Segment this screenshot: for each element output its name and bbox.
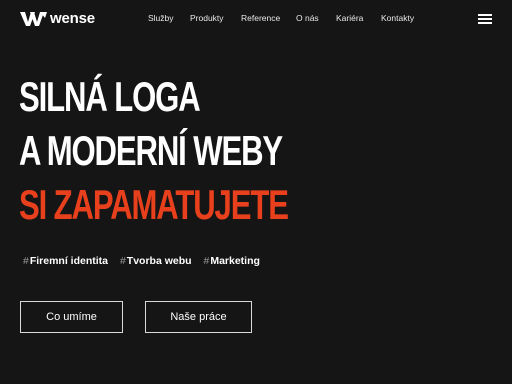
tag-label: Marketing bbox=[210, 255, 260, 267]
tag-label: Firemní identita bbox=[29, 255, 109, 267]
logo-mark-icon bbox=[20, 12, 47, 26]
headline-line-2: A MODERNÍ WEBY bbox=[19, 127, 283, 174]
nav-item-produkty[interactable]: Produkty bbox=[190, 13, 224, 23]
hamburger-bar bbox=[478, 22, 492, 24]
nav-item-kontakty[interactable]: Kontakty bbox=[381, 13, 414, 23]
hash-icon: # bbox=[23, 255, 29, 267]
tag-firemni-identita[interactable]: #Firemní identita bbox=[23, 255, 108, 267]
hash-icon: # bbox=[203, 255, 210, 267]
nase-prace-button[interactable]: Naše práce bbox=[145, 301, 252, 333]
hero-headline: SILNÁ LOGA A MODERNÍ WEBY SI ZAPAMATUJET… bbox=[19, 70, 289, 232]
hamburger-bar bbox=[478, 14, 492, 16]
brand-logo[interactable]: wense bbox=[20, 10, 95, 28]
brand-name: wense bbox=[50, 10, 95, 27]
top-navigation: wense Služby Produkty Reference O nás Ka… bbox=[0, 0, 512, 38]
nav-item-reference[interactable]: Reference bbox=[241, 13, 280, 23]
headline-line-1: SILNÁ LOGA bbox=[19, 73, 201, 120]
hamburger-bar bbox=[478, 18, 492, 20]
co-umime-button[interactable]: Co umíme bbox=[20, 301, 123, 333]
headline-line-3: SI ZAPAMATUJETE bbox=[19, 181, 289, 228]
tag-marketing[interactable]: #Marketing bbox=[203, 255, 259, 267]
tag-label: Tvorba webu bbox=[126, 255, 192, 267]
hamburger-icon[interactable] bbox=[478, 14, 492, 24]
nav-item-sluzby[interactable]: Služby bbox=[148, 13, 174, 23]
service-tags: #Firemní identita #Tvorba webu #Marketin… bbox=[23, 255, 269, 267]
nav-item-o-nas[interactable]: O nás bbox=[296, 13, 319, 23]
hash-icon: # bbox=[119, 255, 126, 267]
tag-tvorba-webu[interactable]: #Tvorba webu bbox=[120, 255, 192, 267]
nav-item-kariera[interactable]: Kariéra bbox=[336, 13, 363, 23]
